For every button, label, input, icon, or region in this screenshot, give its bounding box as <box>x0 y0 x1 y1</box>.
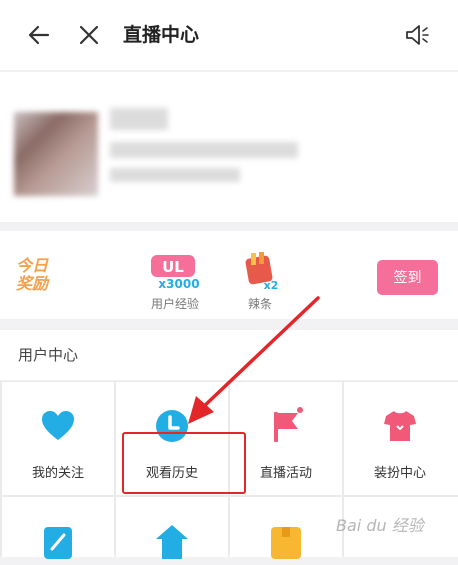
box-icon <box>266 521 306 561</box>
blurred-info <box>110 168 240 182</box>
back-arrow-icon[interactable] <box>26 22 52 48</box>
page-title: 直播中心 <box>123 24 200 46</box>
avatar <box>14 112 98 196</box>
reward-item-latiao: x2 辣条 <box>232 251 288 312</box>
home-icon <box>152 521 192 561</box>
today-reward-label: 今日奖励 <box>16 256 49 293</box>
grid-item-dressup-center[interactable]: 装扮中心 <box>344 382 458 495</box>
flag-icon <box>266 406 306 446</box>
speaker-mute-icon[interactable] <box>404 22 430 48</box>
blurred-username <box>110 108 168 130</box>
daily-reward-bar: 今日奖励 UL x3000 用户经验 x2 辣条 签到 <box>0 231 458 319</box>
edit-icon <box>38 521 78 561</box>
close-icon[interactable] <box>76 22 102 48</box>
reward-item-label: 用户经验 <box>150 297 199 311</box>
watermark: Bai du 经验 <box>336 516 424 535</box>
grid-item-label: 我的关注 <box>31 466 84 481</box>
grid-item-label: 直播活动 <box>259 466 312 481</box>
grid-item-edit[interactable] <box>2 497 114 559</box>
grid-item-label: 装扮中心 <box>373 466 426 481</box>
latiao-badge-icon: x2 <box>235 251 285 292</box>
shirt-icon <box>380 406 420 446</box>
user-center-section: 用户中心 <box>0 330 458 380</box>
grid-item-live-events[interactable]: 直播活动 <box>230 382 342 495</box>
grid-item-following[interactable]: 我的关注 <box>2 382 114 495</box>
grid-item-home[interactable] <box>116 497 228 559</box>
section-title: 用户中心 <box>18 346 79 364</box>
grid-item-box[interactable] <box>230 497 342 559</box>
heart-icon <box>38 406 78 446</box>
profile-card[interactable] <box>0 72 458 222</box>
signin-button[interactable]: 签到 <box>377 260 438 295</box>
reward-item-experience: UL x3000 用户经验 <box>140 251 210 312</box>
experience-badge-text: UL <box>162 258 184 276</box>
latiao-badge-amount: x2 <box>264 279 279 291</box>
highlight-box <box>122 432 246 494</box>
experience-badge-amount: x3000 <box>158 277 199 291</box>
reward-item-label: 辣条 <box>247 297 272 311</box>
top-bar: 直播中心 <box>0 0 458 70</box>
experience-badge-icon: UL x3000 <box>145 251 205 291</box>
blurred-info <box>110 142 298 158</box>
